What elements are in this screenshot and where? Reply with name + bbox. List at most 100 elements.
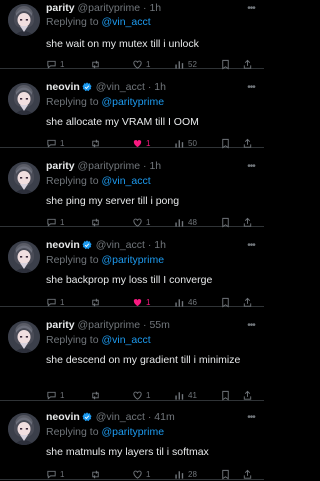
- more-icon[interactable]: •••: [244, 162, 258, 172]
- heart-icon: [132, 59, 143, 70]
- view-count: 41: [188, 390, 197, 400]
- timestamp[interactable]: 1h: [149, 2, 161, 14]
- display-name[interactable]: parity: [46, 319, 75, 331]
- timestamp[interactable]: 1h: [154, 81, 166, 93]
- separator-dot: ·: [143, 319, 147, 331]
- tweet[interactable]: neovin @vin_acct · 1h ••• Replying to @p…: [0, 227, 264, 307]
- heart-icon: [132, 217, 143, 228]
- reply-count: 1: [60, 138, 65, 148]
- display-name[interactable]: neovin: [46, 239, 80, 251]
- display-name[interactable]: parity: [46, 160, 75, 172]
- replying-to: Replying to @parityprime: [46, 426, 164, 438]
- user-handle[interactable]: @parityprime: [78, 2, 141, 14]
- reply-count: 1: [60, 217, 65, 227]
- like-button[interactable]: 1: [132, 388, 150, 402]
- verified-badge-icon: [82, 412, 92, 425]
- like-count: 1: [146, 469, 151, 479]
- more-icon[interactable]: •••: [244, 83, 258, 93]
- replying-to-label: Replying to: [46, 175, 99, 187]
- mention-link[interactable]: @parityprime: [101, 96, 164, 108]
- replying-to: Replying to @parityprime: [46, 96, 164, 108]
- share-icon: [242, 138, 253, 149]
- more-icon[interactable]: •••: [244, 4, 258, 14]
- heart-icon: [132, 138, 143, 149]
- replying-to-label: Replying to: [46, 16, 99, 28]
- replying-to-label: Replying to: [46, 426, 99, 438]
- more-icon[interactable]: •••: [244, 321, 258, 331]
- views-icon: [174, 390, 185, 401]
- share-button[interactable]: [242, 388, 253, 402]
- views-button[interactable]: 41: [174, 388, 197, 402]
- retweet-icon: [90, 217, 101, 228]
- like-count: 1: [146, 59, 151, 69]
- display-name[interactable]: parity: [46, 2, 75, 14]
- timestamp[interactable]: 1h: [149, 160, 161, 172]
- share-button[interactable]: [242, 467, 253, 481]
- avatar[interactable]: [8, 241, 40, 273]
- bookmark-icon: [220, 469, 231, 480]
- like-count: 1: [146, 297, 151, 307]
- user-handle[interactable]: @parityprime: [78, 319, 141, 331]
- retweet-button[interactable]: [90, 467, 104, 481]
- display-name[interactable]: neovin: [46, 411, 80, 423]
- share-icon: [242, 217, 253, 228]
- tweet-header: parity @parityprime · 1h: [46, 2, 242, 14]
- verified-badge-icon: [82, 82, 92, 95]
- tweet-header: parity @parityprime · 1h: [46, 160, 242, 172]
- avatar[interactable]: [8, 413, 40, 445]
- share-icon: [242, 390, 253, 401]
- retweet-button[interactable]: [90, 388, 104, 402]
- display-name[interactable]: neovin: [46, 81, 80, 93]
- timestamp[interactable]: 41m: [154, 411, 174, 423]
- reply-icon: [46, 297, 57, 308]
- mention-link[interactable]: @vin_acct: [101, 334, 150, 346]
- reply-icon: [46, 390, 57, 401]
- avatar[interactable]: [8, 83, 40, 115]
- replying-to-label: Replying to: [46, 96, 99, 108]
- tweet[interactable]: parity @parityprime · 1h ••• Replying to…: [0, 0, 264, 69]
- tweet-header: neovin @vin_acct · 1h: [46, 239, 242, 253]
- tweet[interactable]: neovin @vin_acct · 1h ••• Replying to @p…: [0, 69, 264, 148]
- replying-to-label: Replying to: [46, 334, 99, 346]
- mention-link[interactable]: @vin_acct: [101, 175, 150, 187]
- bookmark-button[interactable]: [220, 388, 231, 402]
- timestamp[interactable]: 55m: [149, 319, 169, 331]
- tweet[interactable]: parity @parityprime · 55m ••• Replying t…: [0, 307, 264, 401]
- like-button[interactable]: 1: [132, 467, 150, 481]
- views-icon: [174, 59, 185, 70]
- separator-dot: ·: [143, 160, 147, 172]
- mention-link[interactable]: @parityprime: [101, 426, 164, 438]
- tweet-actions: 1 1 41: [46, 388, 260, 402]
- reply-count: 1: [60, 469, 65, 479]
- user-handle[interactable]: @vin_acct: [96, 81, 145, 93]
- tweet[interactable]: parity @parityprime · 1h ••• Replying to…: [0, 148, 264, 227]
- view-count: 50: [188, 138, 197, 148]
- user-handle[interactable]: @vin_acct: [96, 411, 145, 423]
- more-icon[interactable]: •••: [244, 241, 258, 251]
- avatar[interactable]: [8, 4, 40, 36]
- user-handle[interactable]: @parityprime: [78, 160, 141, 172]
- separator-dot: ·: [143, 2, 147, 14]
- tweet-text: she descend on my gradient till i minimi…: [46, 354, 241, 366]
- reply-button[interactable]: 1: [46, 388, 64, 402]
- more-icon[interactable]: •••: [244, 413, 258, 423]
- share-icon: [242, 469, 253, 480]
- views-icon: [174, 469, 185, 480]
- heart-icon: [132, 390, 143, 401]
- timestamp[interactable]: 1h: [154, 239, 166, 251]
- reply-button[interactable]: 1: [46, 467, 64, 481]
- replying-to-label: Replying to: [46, 254, 99, 266]
- separator-dot: ·: [147, 411, 152, 423]
- mention-link[interactable]: @parityprime: [101, 254, 164, 266]
- avatar[interactable]: [8, 162, 40, 194]
- tweet[interactable]: neovin @vin_acct · 41m ••• Replying to @…: [0, 401, 264, 480]
- tweet-text: she backprop my loss till I converge: [46, 274, 213, 286]
- retweet-icon: [90, 138, 101, 149]
- mention-link[interactable]: @vin_acct: [101, 16, 150, 28]
- avatar[interactable]: [8, 321, 40, 353]
- user-handle[interactable]: @vin_acct: [96, 239, 145, 251]
- views-button[interactable]: 28: [174, 467, 197, 481]
- like-count: 1: [146, 217, 151, 227]
- bookmark-button[interactable]: [220, 467, 231, 481]
- tweet-text: she allocate my VRAM till I OOM: [46, 116, 199, 128]
